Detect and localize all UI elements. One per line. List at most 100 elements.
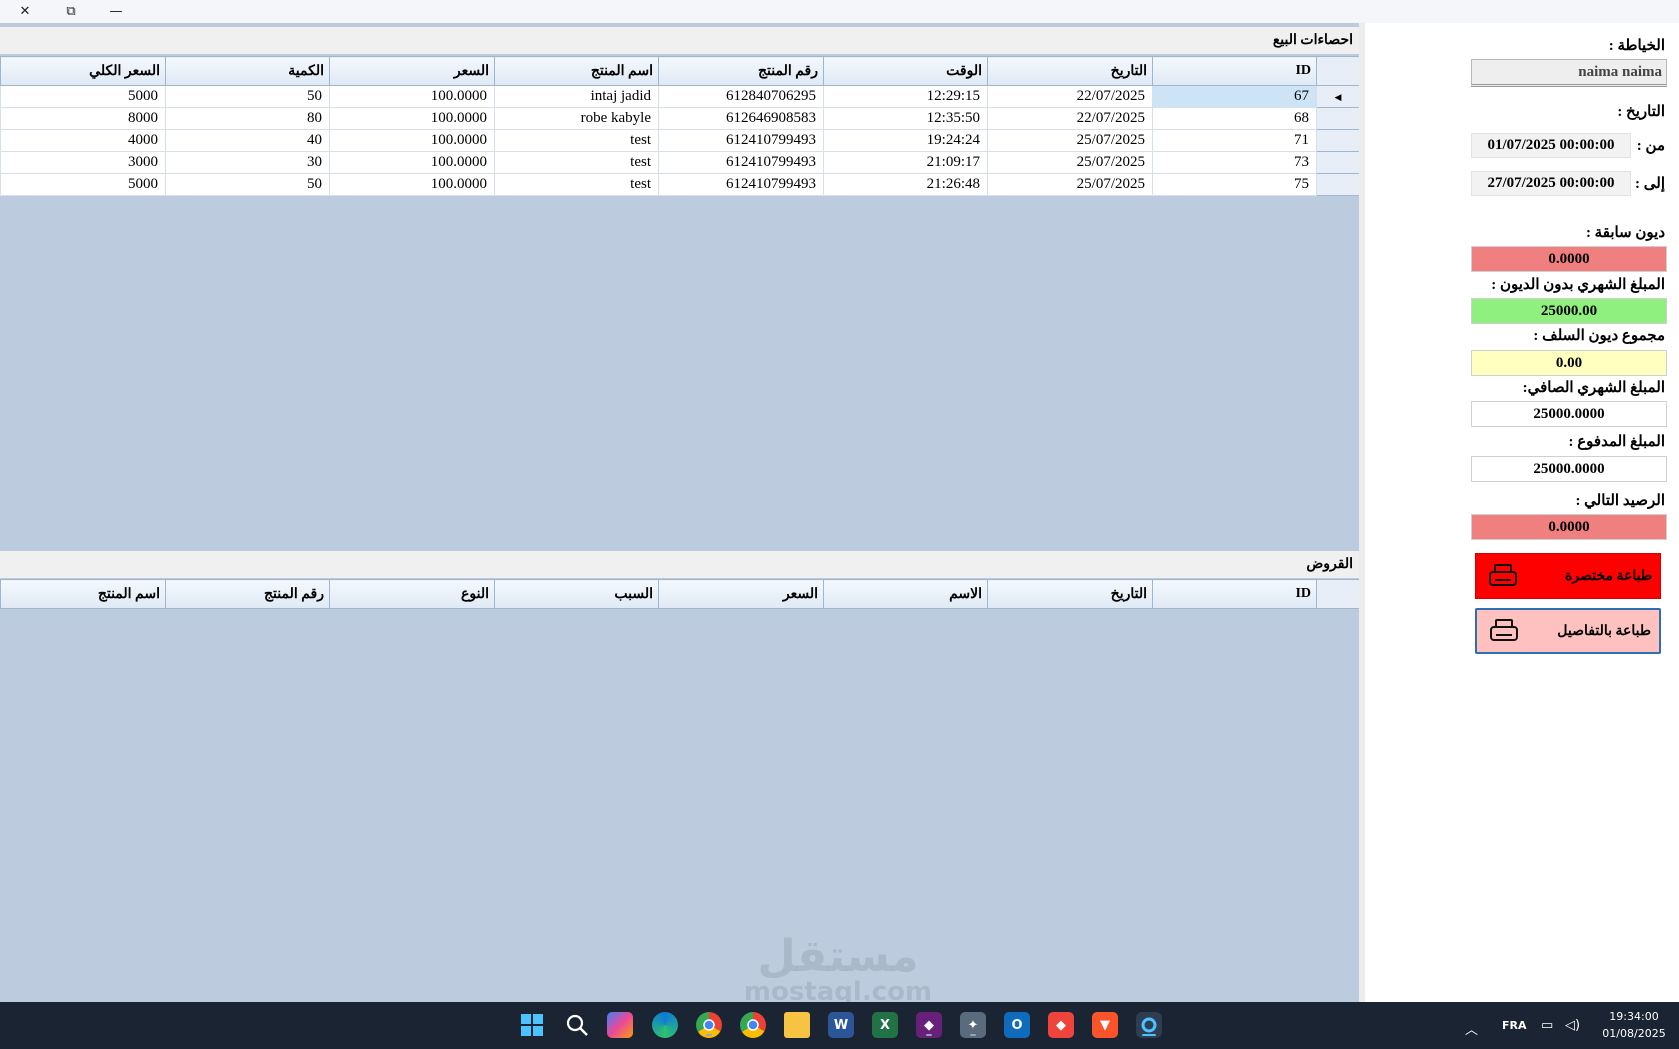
clock-time[interactable]: 19:34:00 xyxy=(1601,1010,1667,1023)
row-selector[interactable]: ◀ xyxy=(1316,85,1360,108)
copilot-icon[interactable] xyxy=(607,1012,633,1038)
col-header-name[interactable]: الاسم xyxy=(823,579,988,609)
cell-quantity[interactable]: 50 xyxy=(165,85,330,108)
cell-id[interactable]: 73 xyxy=(1152,151,1317,174)
col-header-id[interactable]: ID xyxy=(1152,579,1317,609)
cell-id[interactable]: 71 xyxy=(1152,129,1317,152)
row-selector[interactable] xyxy=(1316,107,1360,130)
loans-table[interactable]: اسم المنتج رقم المنتج النوع السبب السعر … xyxy=(0,579,1360,609)
file-explorer-icon[interactable] xyxy=(784,1012,810,1038)
cell-product-number[interactable]: 612840706295 xyxy=(658,85,824,108)
cell-product-number[interactable]: 612410799493 xyxy=(658,129,824,152)
cell-time[interactable]: 12:29:15 xyxy=(823,85,988,108)
cell-date[interactable]: 22/07/2025 xyxy=(987,107,1153,130)
word-icon[interactable]: W xyxy=(828,1012,854,1038)
cell-product-number[interactable]: 612410799493 xyxy=(658,151,824,174)
cell-product-number[interactable]: 612410799493 xyxy=(658,173,824,196)
col-header-price[interactable]: السعر xyxy=(658,579,824,609)
col-header-reason[interactable]: السبب xyxy=(494,579,659,609)
col-header-type[interactable]: النوع xyxy=(329,579,495,609)
minimize-icon[interactable]: — xyxy=(93,0,139,22)
row-selector[interactable] xyxy=(1316,173,1360,196)
language-indicator[interactable]: FRA xyxy=(1502,1019,1527,1032)
to-date-field[interactable]: 27/07/2025 00:00:00 xyxy=(1471,171,1631,196)
cell-time[interactable]: 19:24:24 xyxy=(823,129,988,152)
col-header-total-price[interactable]: السعر الكلي xyxy=(0,56,166,86)
cell-id[interactable]: 67 xyxy=(1152,85,1317,108)
chrome-icon[interactable] xyxy=(740,1012,766,1038)
cell-quantity[interactable]: 50 xyxy=(165,173,330,196)
cell-product-name[interactable]: test xyxy=(494,151,659,174)
chrome-icon[interactable] xyxy=(696,1012,722,1038)
cell-date[interactable]: 25/07/2025 xyxy=(987,129,1153,152)
col-header-product-name[interactable]: اسم المنتج xyxy=(0,579,166,609)
app-icon[interactable] xyxy=(1136,1012,1162,1038)
col-header-date[interactable]: التاريخ xyxy=(987,579,1153,609)
excel-icon[interactable]: X xyxy=(872,1012,898,1038)
cell-price[interactable]: 100.0000 xyxy=(329,129,495,152)
cell-time[interactable]: 12:35:50 xyxy=(823,107,988,130)
print-short-button[interactable]: طباعة مختصرة xyxy=(1475,553,1661,599)
previous-debts-field[interactable]: 0.0000 xyxy=(1471,246,1667,272)
table-row[interactable]: 4000 40 100.0000 test 612410799493 19:24… xyxy=(0,129,1360,152)
cell-time[interactable]: 21:09:17 xyxy=(823,151,988,174)
cell-price[interactable]: 100.0000 xyxy=(329,85,495,108)
row-selector[interactable] xyxy=(1316,151,1360,174)
table-row[interactable]: 5000 50 100.0000 intaj jadid 61284070629… xyxy=(0,85,1360,108)
advance-debts-field[interactable]: 0.00 xyxy=(1471,350,1667,376)
clock-date[interactable]: 01/08/2025 xyxy=(1595,1027,1673,1040)
from-date-field[interactable]: 01/07/2025 00:00:00 xyxy=(1471,133,1631,158)
restore-icon[interactable]: ⧉ xyxy=(48,0,94,22)
volume-icon[interactable]: ◁) xyxy=(1565,1018,1580,1033)
cell-product-name[interactable]: test xyxy=(494,129,659,152)
print-detailed-button[interactable]: طباعة بالتفاصيل xyxy=(1475,608,1661,654)
cell-date[interactable]: 25/07/2025 xyxy=(987,151,1153,174)
visual-studio-icon[interactable]: ◆ xyxy=(916,1012,942,1038)
cell-product-name[interactable]: intaj jadid xyxy=(494,85,659,108)
tailor-field[interactable]: naima naima xyxy=(1471,59,1667,87)
col-header-product-name[interactable]: اسم المنتج xyxy=(494,56,659,86)
row-selector[interactable] xyxy=(1316,129,1360,152)
table-row[interactable]: 5000 50 100.0000 test 612410799493 21:26… xyxy=(0,173,1360,196)
col-header-price[interactable]: السعر xyxy=(329,56,495,86)
next-balance-field[interactable]: 0.0000 xyxy=(1471,514,1667,540)
search-icon[interactable] xyxy=(564,1012,590,1038)
paid-amount-field[interactable]: 25000.0000 xyxy=(1471,456,1667,482)
cell-total-price[interactable]: 4000 xyxy=(0,129,166,152)
cell-price[interactable]: 100.0000 xyxy=(329,151,495,174)
monthly-no-debt-field[interactable]: 25000.00 xyxy=(1471,298,1667,324)
cell-total-price[interactable]: 5000 xyxy=(0,85,166,108)
outlook-icon[interactable]: O xyxy=(1004,1012,1030,1038)
table-row[interactable]: 3000 30 100.0000 test 612410799493 21:09… xyxy=(0,151,1360,174)
cell-product-name[interactable]: test xyxy=(494,173,659,196)
col-header-id[interactable]: ID xyxy=(1152,56,1317,86)
brave-icon[interactable]: ▼ xyxy=(1092,1012,1118,1038)
anydesk-icon[interactable]: ◆ xyxy=(1048,1012,1074,1038)
cell-total-price[interactable]: 5000 xyxy=(0,173,166,196)
cell-price[interactable]: 100.0000 xyxy=(329,173,495,196)
cell-product-number[interactable]: 612646908583 xyxy=(658,107,824,130)
col-header-quantity[interactable]: الكمية xyxy=(165,56,330,86)
sales-table[interactable]: السعر الكلي الكمية السعر اسم المنتج رقم … xyxy=(0,56,1360,196)
cell-time[interactable]: 21:26:48 xyxy=(823,173,988,196)
cell-id[interactable]: 75 xyxy=(1152,173,1317,196)
col-header-date[interactable]: التاريخ xyxy=(987,56,1153,86)
cell-date[interactable]: 22/07/2025 xyxy=(987,85,1153,108)
cell-total-price[interactable]: 8000 xyxy=(0,107,166,130)
start-icon[interactable] xyxy=(519,1012,545,1038)
tray-chevron-icon[interactable]: ︿ xyxy=(1465,1019,1478,1038)
network-icon[interactable]: ▭ xyxy=(1541,1018,1553,1033)
cell-quantity[interactable]: 40 xyxy=(165,129,330,152)
cell-date[interactable]: 25/07/2025 xyxy=(987,173,1153,196)
col-header-time[interactable]: الوقت xyxy=(823,56,988,86)
cell-quantity[interactable]: 30 xyxy=(165,151,330,174)
net-monthly-field[interactable]: 25000.0000 xyxy=(1471,401,1667,427)
tools-icon[interactable]: ✦ xyxy=(960,1012,986,1038)
cell-total-price[interactable]: 3000 xyxy=(0,151,166,174)
cell-quantity[interactable]: 80 xyxy=(165,107,330,130)
edge-icon[interactable] xyxy=(652,1012,678,1038)
col-header-product-number[interactable]: رقم المنتج xyxy=(658,56,824,86)
cell-price[interactable]: 100.0000 xyxy=(329,107,495,130)
cell-product-name[interactable]: robe kabyle xyxy=(494,107,659,130)
table-row[interactable]: 8000 80 100.0000 robe kabyle 61264690858… xyxy=(0,107,1360,130)
